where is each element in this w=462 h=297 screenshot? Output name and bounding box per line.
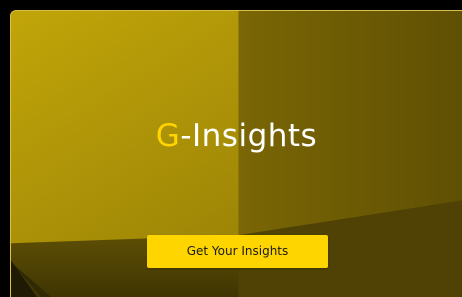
hero-panel: G-Insights Get Your Insights — [10, 10, 462, 297]
hero-title-rest: -Insights — [180, 118, 318, 154]
hero-title-accent: G — [155, 118, 181, 154]
hero-title: G-Insights — [11, 116, 462, 156]
get-insights-button[interactable]: Get Your Insights — [147, 235, 328, 268]
